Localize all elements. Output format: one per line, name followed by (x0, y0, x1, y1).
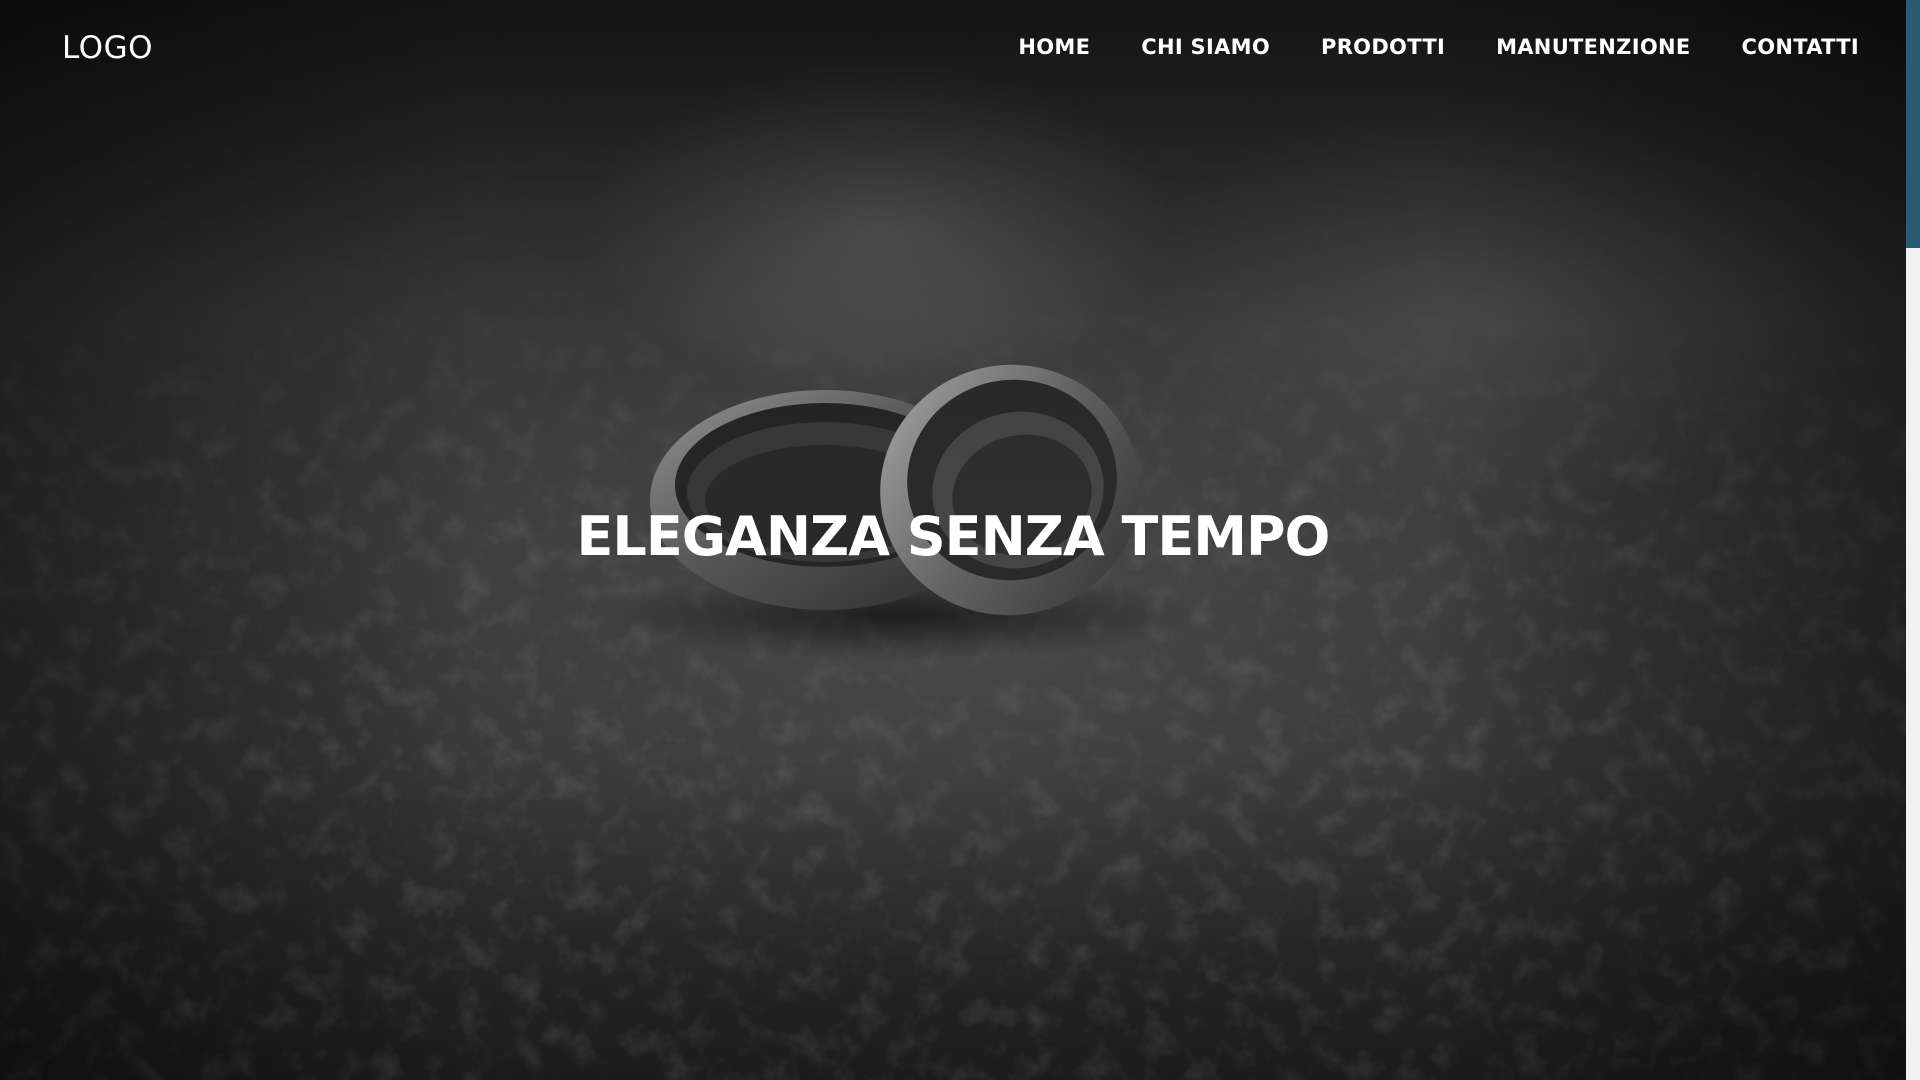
scrollbar-thumb[interactable] (1906, 0, 1920, 248)
nav-item-chi-siamo[interactable]: CHI SIAMO (1141, 35, 1270, 59)
site-logo[interactable]: LOGO (62, 30, 153, 66)
page-scrollbar[interactable] (1906, 0, 1920, 1080)
nav-item-home[interactable]: HOME (1018, 35, 1090, 59)
site-header: LOGO HOME CHI SIAMO PRODOTTI MANUTENZION… (0, 0, 1906, 100)
main-navigation: HOME CHI SIAMO PRODOTTI MANUTENZIONE CON… (1018, 35, 1859, 59)
nav-item-contatti[interactable]: CONTATTI (1742, 35, 1860, 59)
nav-item-manutenzione[interactable]: MANUTENZIONE (1496, 35, 1690, 59)
nav-item-prodotti[interactable]: PRODOTTI (1321, 35, 1445, 59)
hero-title: ELEGANZA SENZA TEMPO (576, 505, 1331, 568)
page-viewport: LOGO HOME CHI SIAMO PRODOTTI MANUTENZION… (0, 0, 1906, 1080)
